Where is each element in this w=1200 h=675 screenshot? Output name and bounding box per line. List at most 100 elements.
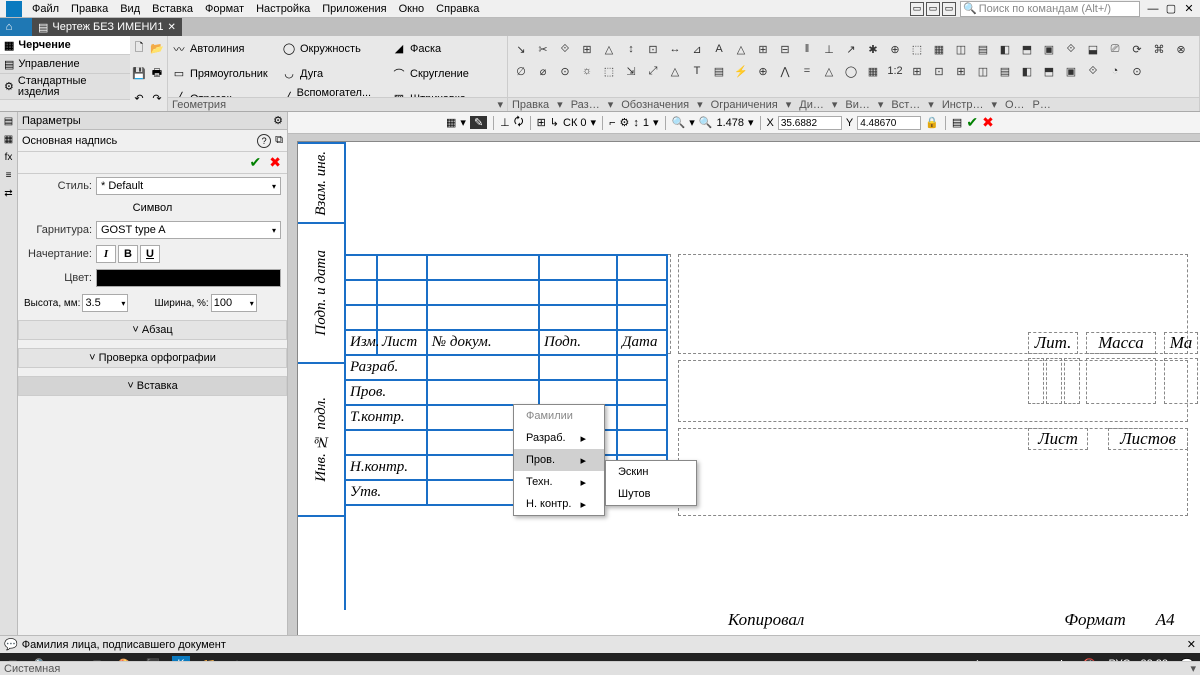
panel-icon[interactable]: ▤ (2, 116, 16, 130)
status-bar: 💬 Фамилия лица, подписавшего документ ✕ (0, 635, 1200, 653)
context-submenu[interactable]: Эскин Шутов (605, 460, 697, 506)
ctx-item[interactable]: Пров.▸ (514, 449, 604, 471)
tb-icon[interactable]: 🔒 (925, 116, 939, 129)
home-tab[interactable]: ⌂ (0, 18, 18, 36)
left-icon-bar: ▤ ▦ fx ≡ ⇄ (0, 112, 18, 635)
ribbon-geometry: 〰Автолиния ▭Прямоугольник ╱Отрезок ◯Окру… (168, 36, 508, 111)
context-menu[interactable]: Фамилии Разраб.▸ Пров.▸ Техн.▸ Н. контр.… (513, 404, 605, 516)
tb-icon[interactable]: ▦ (446, 116, 456, 129)
font-select[interactable]: GOST type A (96, 221, 281, 239)
ok-icon[interactable]: ✔ (966, 114, 978, 131)
app-icon (6, 1, 22, 17)
tb-icon[interactable]: ⌐ (609, 117, 615, 129)
tb-icon[interactable]: ↳ (550, 116, 559, 129)
symbol-heading: Символ (18, 198, 287, 218)
mode-stdparts[interactable]: ⚙Стандартные изделия (0, 74, 130, 100)
panel-subtitle: Основная надпись ? ⧉ (18, 130, 287, 152)
label-lit: Лит. (1028, 332, 1078, 354)
redo-icon[interactable]: ↷ (148, 86, 166, 111)
collapse-paragraph[interactable]: ˅ Абзац (18, 320, 287, 340)
panel-icon[interactable]: ≡ (2, 170, 16, 184)
menu-window[interactable]: Окно (393, 2, 431, 16)
window-layout-icons[interactable]: ▭▭▭ (910, 2, 956, 16)
help-icon[interactable]: ? (257, 134, 271, 148)
tb-icon[interactable]: 🔍 (699, 116, 713, 129)
tb-icon[interactable]: ✎ (470, 116, 487, 129)
menu-view[interactable]: Вид (114, 2, 146, 16)
mode-system[interactable]: Системная▾ (0, 661, 1200, 675)
menu-format[interactable]: Формат (199, 2, 250, 16)
open-file-icon[interactable]: 📂 (148, 36, 166, 61)
menu-file[interactable]: Файл (26, 2, 65, 16)
tree-icon[interactable]: ⧉ (275, 134, 283, 147)
collapse-insert[interactable]: ˅ Вставка (18, 376, 287, 396)
menu-bar: Файл Правка Вид Вставка Формат Настройка… (0, 0, 1200, 18)
tool-fillet[interactable]: ⌒Скругление (388, 61, 498, 86)
width-input[interactable]: 100 (211, 294, 257, 312)
tb-icon[interactable]: ⊞ (537, 116, 546, 129)
collapse-spellcheck[interactable]: ˅ Проверка орфографии (18, 348, 287, 368)
canvas-toolbar: ▦▾ ✎ ⊥🗘 ⊞ ↳ СК 0▾ ⌐ ⚙ ↕ 1▾ 🔍▾ 🔍 1.478▾ X… (288, 112, 1200, 134)
tb-icon[interactable]: ▤ (952, 116, 962, 129)
tool-autoline[interactable]: 〰Автолиния (168, 36, 278, 61)
document-icon: ▤ (38, 21, 48, 34)
command-search[interactable]: 🔍 Поиск по командам (Alt+/) (960, 1, 1140, 17)
panel-icon[interactable]: ⇄ (2, 188, 16, 202)
tool-circle[interactable]: ◯Окружность (278, 36, 388, 61)
canvas[interactable]: ▦▾ ✎ ⊥🗘 ⊞ ↳ СК 0▾ ⌐ ⚙ ↕ 1▾ 🔍▾ 🔍 1.478▾ X… (288, 112, 1200, 635)
cancel-icon[interactable]: ✖ (269, 154, 281, 171)
parameters-panel: Параметры⚙ Основная надпись ? ⧉ ✔ ✖ Стил… (18, 112, 288, 635)
status-icon: 💬 (4, 638, 18, 651)
search-icon: 🔍 (963, 2, 977, 15)
tool-rect[interactable]: ▭Прямоугольник (168, 61, 278, 86)
mode-manage[interactable]: ▤Управление (0, 55, 130, 74)
new-file-icon[interactable]: 🗋 (130, 36, 148, 61)
print-icon[interactable]: 🖶 (148, 61, 166, 86)
coord-y[interactable] (857, 116, 921, 130)
tb-icon[interactable]: 🔍 (672, 116, 686, 129)
height-input[interactable]: 3.5 (82, 294, 128, 312)
ctx-item[interactable]: Разраб.▸ (514, 427, 604, 449)
menu-settings[interactable]: Настройка (250, 2, 316, 16)
menu-help[interactable]: Справка (430, 2, 485, 16)
undo-icon[interactable]: ↶ (130, 86, 148, 111)
mode-drafting[interactable]: ▦Черчение (0, 36, 130, 55)
tb-icon[interactable]: ↕ (633, 117, 639, 129)
cancel-icon[interactable]: ✖ (982, 114, 994, 131)
tb-icon[interactable]: ⊥ (500, 116, 510, 129)
drawing-paper: Взам. инв. Подп. и дата Инв. № подл. Лит… (298, 142, 1200, 635)
tb-icon[interactable]: 🗘 (514, 113, 524, 132)
gear-icon[interactable]: ⚙ (273, 114, 283, 127)
ribbon-icon-grid[interactable]: ↘✂⟐⊞△↕⊡↔⊿ A△⊞⊟‖⊥↗✱⊕ ⬚▦◫▤◧⬒▣⟐⬓ ⎚⟳⌘⊗∅⌀⊙☼ ⬚… (508, 36, 1199, 96)
document-tab[interactable]: ▤ Чертеж БЕЗ ИМЕНИ1 ✕ (32, 18, 182, 36)
tool-chamfer[interactable]: ◢Фаска (388, 36, 498, 61)
style-select[interactable]: * Default (96, 177, 281, 195)
save-icon[interactable]: 💾 (130, 61, 148, 86)
menu-edit[interactable]: Правка (65, 2, 114, 16)
tb-icon[interactable]: ⚙ (620, 116, 630, 129)
ctx-sub-item[interactable]: Эскин (606, 461, 696, 483)
panel-title: Параметры⚙ (18, 112, 287, 130)
weight-buttons[interactable]: IBU (96, 245, 160, 263)
title-block-vertical: Взам. инв. Подп. и дата Инв. № подл. (298, 142, 346, 610)
ribbon: ▦Черчение ▤Управление ⚙Стандартные издел… (0, 36, 1200, 112)
ok-icon[interactable]: ✔ (250, 154, 262, 171)
ribbon-other-tools: ↘✂⟐⊞△↕⊡↔⊿ A△⊞⊟‖⊥↗✱⊕ ⬚▦◫▤◧⬒▣⟐⬓ ⎚⟳⌘⊗∅⌀⊙☼ ⬚… (508, 36, 1200, 111)
ribbon-quick-tools: 🗋📂 💾🖶 ↶↷ (130, 36, 168, 111)
menu-apps[interactable]: Приложения (316, 2, 392, 16)
ctx-item[interactable]: Н. контр.▸ (514, 493, 604, 515)
ctx-sub-item[interactable]: Шутов (606, 483, 696, 505)
tool-arc[interactable]: ◡Дуга (278, 61, 388, 86)
panel-icon[interactable]: fx (2, 152, 16, 166)
close-icon[interactable]: ✕ (1187, 638, 1196, 651)
coord-x[interactable] (778, 116, 842, 130)
document-tab-bar: ⌂ ▤ Чертеж БЕЗ ИМЕНИ1 ✕ (0, 18, 1200, 36)
close-tab-icon[interactable]: ✕ (167, 22, 175, 33)
panel-icon[interactable]: ▦ (2, 134, 16, 148)
ctx-item[interactable]: Техн.▸ (514, 471, 604, 493)
color-select[interactable] (96, 269, 281, 287)
label-mass: Масса (1086, 332, 1156, 354)
window-controls[interactable]: —▢✕ (1144, 2, 1198, 15)
ctx-heading: Фамилии (514, 405, 604, 427)
menu-insert[interactable]: Вставка (146, 2, 199, 16)
